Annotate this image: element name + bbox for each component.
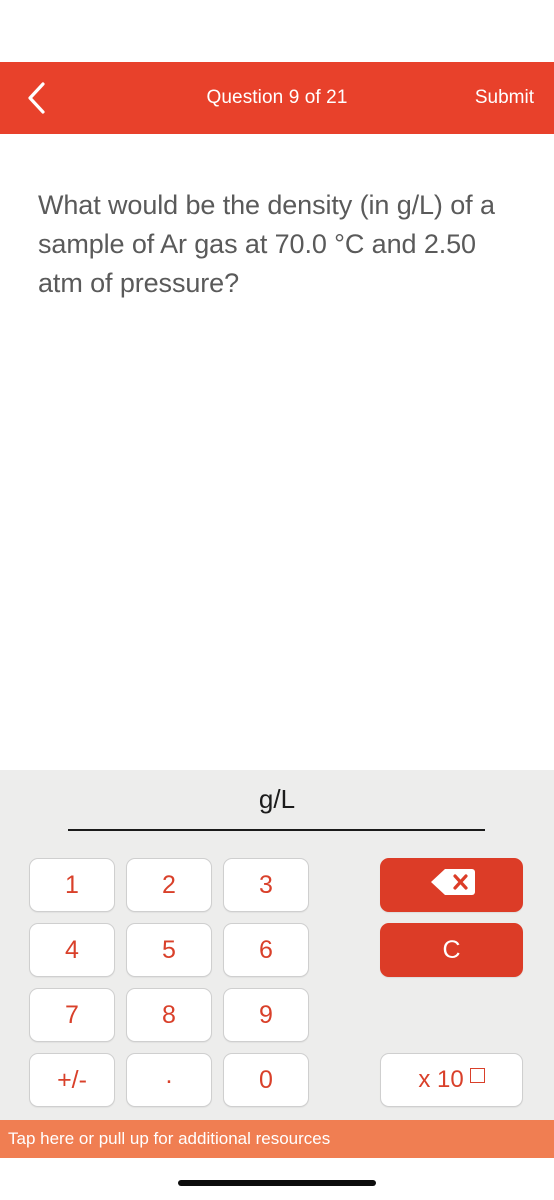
answer-unit-label: g/L xyxy=(258,784,296,814)
numeric-keypad-panel: g/L 1 2 3 4 5 6 7 8 9 +/- . 0 C x 10 xyxy=(0,770,554,1120)
key-6[interactable]: 6 xyxy=(223,923,309,977)
app-header: Question 9 of 21 Submit xyxy=(0,62,554,134)
exponent-button[interactable]: x 10 xyxy=(380,1053,523,1107)
additional-resources-bar[interactable]: Tap here or pull up for additional resou… xyxy=(0,1120,554,1158)
key-2[interactable]: 2 xyxy=(126,858,212,912)
question-content: What would be the density (in g/L) of a … xyxy=(0,134,554,770)
key-4[interactable]: 4 xyxy=(29,923,115,977)
submit-button[interactable]: Submit xyxy=(471,81,538,115)
home-indicator-area xyxy=(0,1158,554,1200)
key-9[interactable]: 9 xyxy=(223,988,309,1042)
backspace-button[interactable] xyxy=(380,858,523,912)
exponent-label: x 10 xyxy=(418,1066,464,1093)
key-sign[interactable]: +/- xyxy=(29,1053,115,1107)
key-8[interactable]: 8 xyxy=(126,988,212,1042)
key-7[interactable]: 7 xyxy=(29,988,115,1042)
status-bar xyxy=(0,0,554,62)
answer-input-underline xyxy=(68,829,485,831)
backspace-delete-icon xyxy=(429,867,475,904)
key-3[interactable]: 3 xyxy=(223,858,309,912)
home-indicator[interactable] xyxy=(178,1180,376,1186)
keypad-action-column: C x 10 xyxy=(380,858,523,1107)
key-decimal[interactable]: . xyxy=(126,1053,212,1107)
key-1[interactable]: 1 xyxy=(29,858,115,912)
key-5[interactable]: 5 xyxy=(126,923,212,977)
exponent-placeholder-box xyxy=(469,1067,485,1083)
clear-button[interactable]: C xyxy=(380,923,523,977)
keypad-grid: 1 2 3 4 5 6 7 8 9 +/- . 0 xyxy=(29,858,311,1107)
question-text: What would be the density (in g/L) of a … xyxy=(38,190,495,298)
additional-resources-label: Tap here or pull up for additional resou… xyxy=(8,1129,331,1148)
key-0[interactable]: 0 xyxy=(223,1053,309,1107)
app-screen: Question 9 of 21 Submit What would be th… xyxy=(0,0,554,1200)
